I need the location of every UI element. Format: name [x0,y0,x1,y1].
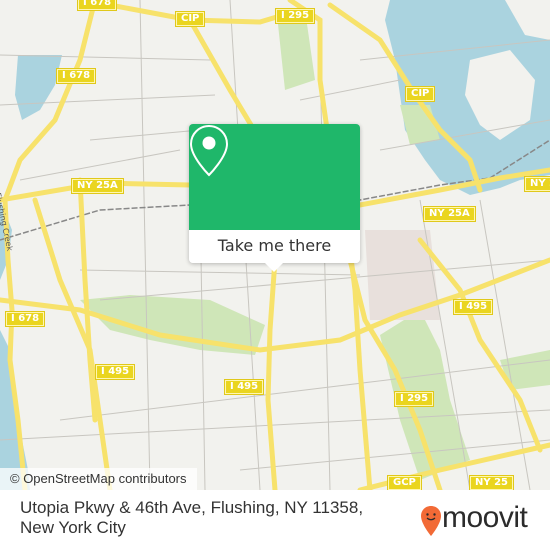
highway-cip-north [107,2,303,25]
take-me-there-button[interactable]: Take me there [189,230,360,263]
route-shield: I 495 [452,299,494,315]
popup-header [189,124,360,230]
route-shield: GCP [387,475,422,490]
route-shield: I 678 [76,0,118,11]
highway-nw-arterial [187,17,263,143]
location-pin-icon [189,124,229,177]
route-shield: I 295 [393,391,435,407]
map-attribution[interactable]: © OpenStreetMap contributors [0,468,197,490]
water-lake [15,55,62,120]
route-shield: I 678 [55,68,97,84]
moovit-logo[interactable]: moovit [420,501,545,539]
popup-pointer [265,263,283,272]
route-shield: I 678 [4,311,46,327]
route-shield: I 495 [223,379,265,395]
location-popup: Take me there [189,124,360,272]
route-shield: I 295 [274,8,316,24]
highway-west-1 [32,197,113,490]
route-shield: CIP [404,86,436,102]
route-shield: NY 25A [423,206,476,222]
route-shield: I 495 [94,364,136,380]
map[interactable]: I 678 CIP I 295 I 678 CIP NY 25A NY 25A … [0,0,550,490]
route-shield: NY 25 [468,475,515,490]
route-shield: NY 25A [71,178,124,194]
brand-name: moovit [442,501,528,534]
route-shield: NY 25 [523,176,550,192]
moovit-pin-icon [421,506,441,536]
address-text: Utopia Pkwy & 46th Ave, Flushing, NY 113… [20,498,364,537]
route-shield: CIP [174,11,206,27]
